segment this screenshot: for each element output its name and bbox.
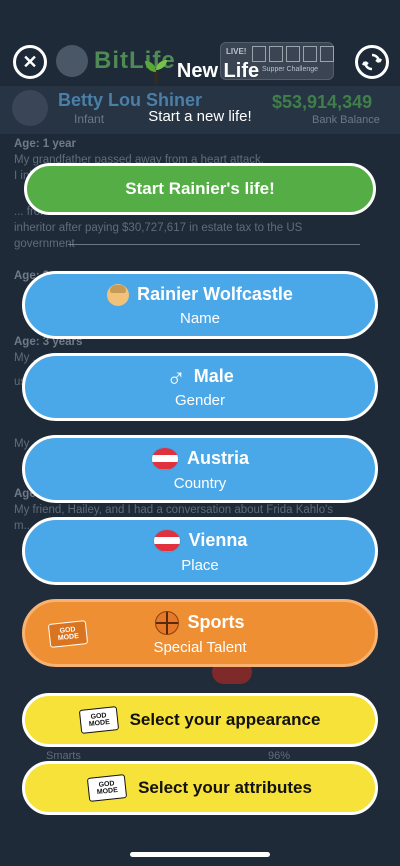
god-mode-badge: GOD MODE [47, 620, 89, 648]
place-option[interactable]: Vienna Place [22, 517, 378, 585]
select-attributes-label: Select your attributes [138, 778, 312, 797]
country-value: Austria [186, 448, 249, 468]
home-indicator[interactable] [130, 852, 270, 857]
modal-header: New Life [0, 56, 400, 86]
name-label: Name [179, 309, 220, 327]
place-value: Vienna [188, 530, 248, 550]
select-appearance-button[interactable]: GOD MODE Select your appearance [22, 693, 378, 747]
modal-title: New Life [176, 59, 260, 82]
special-talent-option[interactable]: GOD MODE Sports Special Talent [22, 599, 378, 667]
gender-value: Male [193, 366, 234, 386]
select-appearance-label: Select your appearance [129, 710, 321, 729]
name-option[interactable]: Rainier Wolfcastle Name [22, 271, 378, 339]
male-symbol-icon: ♂ [166, 361, 186, 392]
log-line: Age: 1 year [14, 138, 77, 150]
country-option[interactable]: Austria Country [22, 435, 378, 503]
sprout-icon [144, 60, 167, 84]
gender-option[interactable]: ♂ Male Gender [22, 353, 378, 421]
name-value: Rainier Wolfcastle [137, 284, 293, 304]
country-label: Country [173, 474, 227, 492]
gender-label: Gender [174, 391, 226, 409]
select-attributes-button[interactable]: GOD MODE Select your attributes [22, 761, 378, 815]
start-life-button[interactable]: Start Rainier's life! [24, 163, 376, 215]
talent-label: Special Talent [153, 638, 247, 656]
log-line: inheritor after paying $30,727,617 in es… [14, 222, 303, 234]
god-mode-badge: GOD MODE [78, 706, 119, 734]
log-line: government [14, 238, 75, 250]
place-label: Place [181, 556, 219, 574]
basketball-icon [155, 610, 180, 635]
austria-flag-icon [150, 446, 179, 471]
god-mode-badge: GOD MODE [86, 774, 128, 802]
challenge-live-label: LIVE! [226, 47, 247, 56]
modal-subtitle: Start a new life! [148, 108, 252, 125]
divider [68, 244, 360, 245]
log-line: My friend, Hailey, and I had a conversat… [14, 504, 334, 516]
talent-value: Sports [187, 612, 245, 632]
face-icon [107, 283, 130, 306]
austria-flag-icon [152, 528, 181, 553]
